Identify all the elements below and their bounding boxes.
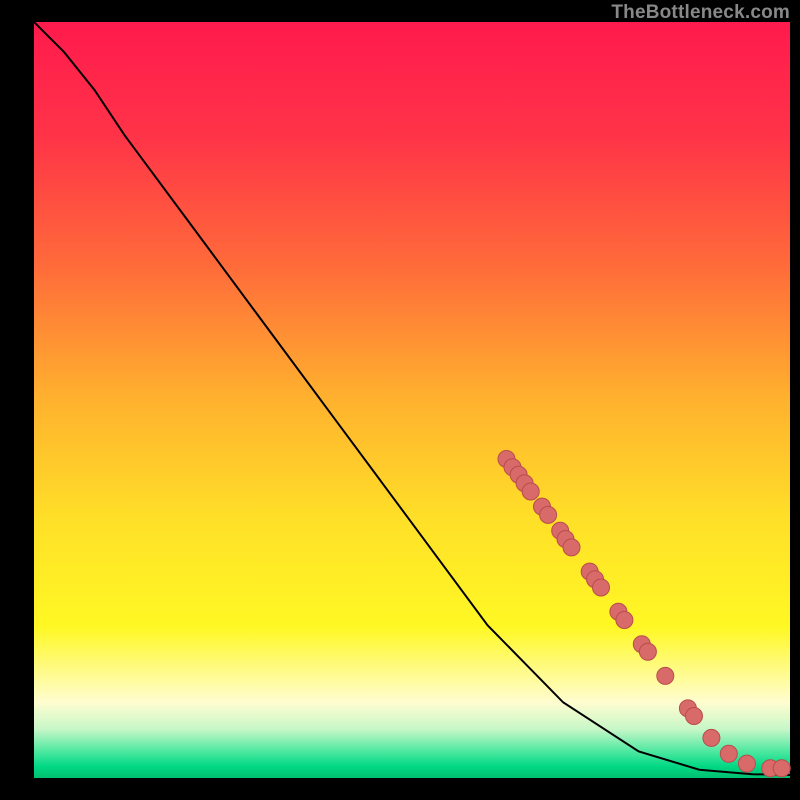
data-marker — [657, 667, 674, 684]
data-marker — [522, 483, 539, 500]
data-marker — [593, 579, 610, 596]
data-marker — [616, 612, 633, 629]
watermark-label: TheBottleneck.com — [611, 2, 790, 24]
chart-container: TheBottleneck.com — [0, 0, 800, 800]
data-marker — [540, 506, 557, 523]
plot-background — [34, 22, 790, 778]
data-marker — [720, 745, 737, 762]
data-marker — [703, 729, 720, 746]
data-marker — [738, 755, 755, 772]
data-marker — [639, 643, 656, 660]
chart-svg — [0, 0, 800, 800]
data-marker — [686, 708, 703, 725]
data-marker — [773, 760, 790, 777]
data-marker — [563, 539, 580, 556]
